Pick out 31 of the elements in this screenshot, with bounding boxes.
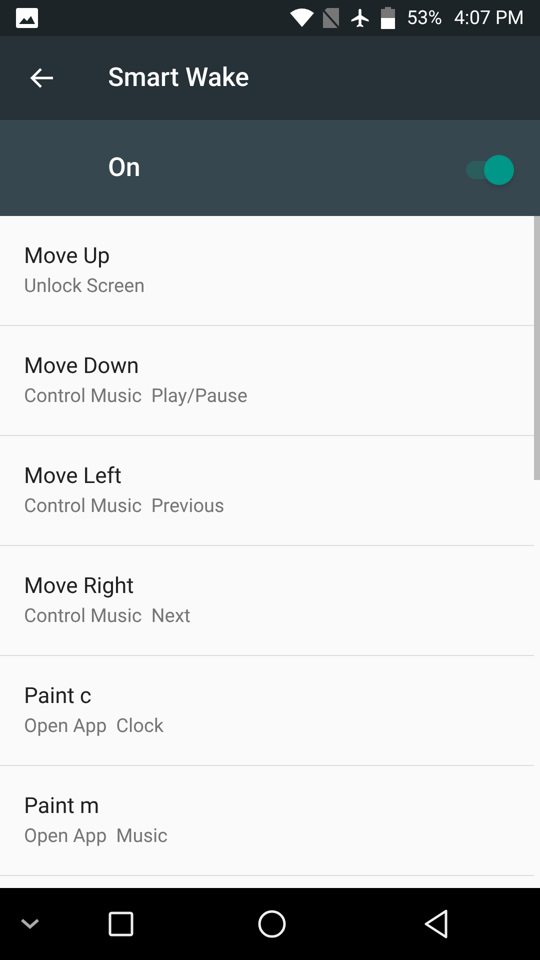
gesture-action: Control Music Play/Pause [24, 382, 248, 408]
back-icon[interactable] [423, 909, 449, 939]
gesture-item[interactable]: Move Left Control Music Previous [0, 436, 534, 546]
gesture-title: Move Up [24, 242, 111, 270]
back-arrow-icon [29, 67, 55, 89]
gesture-title: Move Left [24, 462, 123, 490]
no-sim-icon [322, 8, 339, 28]
master-switch-bar[interactable]: On [0, 120, 540, 216]
battery-percentage: 53% [406, 4, 442, 31]
battery-icon [380, 7, 395, 29]
home-icon[interactable] [257, 909, 287, 939]
gesture-title: Paint c [24, 682, 92, 710]
screen-title: Smart Wake [108, 62, 250, 94]
gesture-title: Move Down [24, 352, 140, 380]
gesture-title: Move Right [24, 572, 135, 600]
gesture-action: Control Music Previous [24, 492, 226, 518]
chevron-down-icon[interactable] [20, 918, 40, 930]
gesture-action: Open App Clock [24, 712, 165, 738]
image-icon [16, 8, 38, 28]
airplane-icon [348, 7, 371, 29]
gesture-item[interactable]: Move Right Control Music Next [0, 546, 534, 656]
gesture-action: Open App Music [24, 822, 169, 848]
gesture-action: Control Music Next [24, 602, 192, 628]
switch-label: On [108, 152, 142, 184]
wifi-icon [288, 8, 315, 28]
gesture-action: Unlock Screen [24, 272, 146, 298]
gesture-item[interactable]: Paint c Open App Clock [0, 656, 534, 766]
gesture-item[interactable]: Paint m Open App Music [0, 766, 534, 876]
recents-icon[interactable] [108, 911, 134, 937]
gesture-title: Paint m [24, 792, 100, 820]
clock-time: 4:07 PM [454, 4, 524, 31]
